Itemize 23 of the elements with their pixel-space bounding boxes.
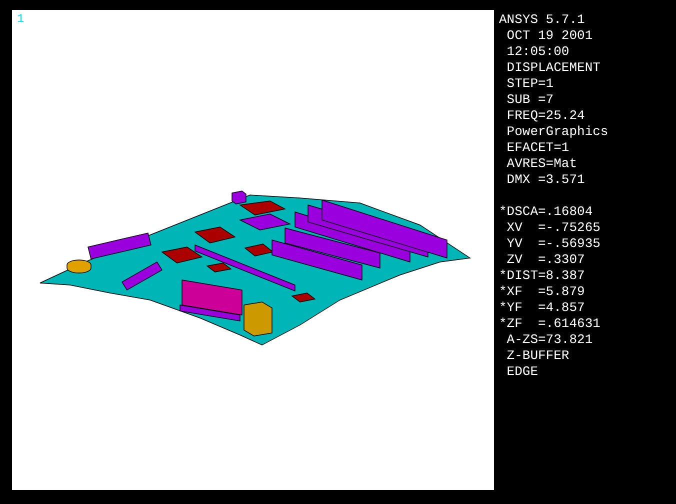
legend-line: AVRES=Mat: [506, 156, 578, 172]
legend-line: PowerGraphics: [506, 124, 608, 140]
legend-line: YV =-.56935: [506, 236, 600, 252]
legend-line: SUB =7: [506, 92, 554, 108]
legend-line: DMX =3.571: [506, 172, 585, 188]
legend-line: OCT 19 2001: [506, 28, 593, 44]
legend-line: XV =-.75265: [506, 220, 600, 236]
legend-line: *YF =4.857: [499, 300, 585, 316]
legend-line: DISPLACEMENT: [506, 60, 600, 76]
legend-line: *ZF =.614631: [499, 316, 600, 332]
legend-line: *DIST=8.387: [499, 268, 585, 284]
legend-line: ZV =.3307: [506, 252, 585, 268]
legend-line: STEP=1: [506, 76, 554, 92]
legend-line: 12:05:00: [506, 44, 570, 60]
legend-line: EDGE: [506, 364, 538, 380]
legend-line: *XF =5.879: [499, 284, 585, 300]
legend-line: FREQ=25.24: [506, 108, 585, 124]
legend-line: EFACET=1: [506, 140, 570, 156]
legend-line: Z-BUFFER: [506, 348, 570, 364]
legend-line: A-ZS=73.821: [506, 332, 593, 348]
legend-line: ANSYS 5.7.1: [499, 12, 585, 28]
legend-line: *DSCA=.16804: [499, 204, 593, 220]
window-number: 1: [17, 12, 24, 26]
